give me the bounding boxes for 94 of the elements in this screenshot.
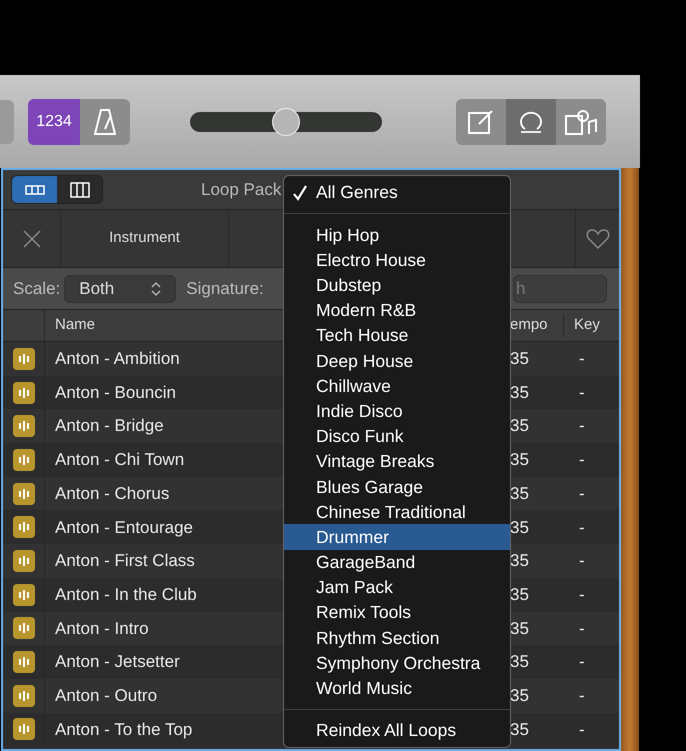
search-field[interactable]: h — [513, 274, 607, 302]
genre-menu-item[interactable]: Indie Disco — [284, 398, 510, 424]
tempo-cell-text: 35 — [510, 584, 530, 606]
genre-menu-item[interactable]: Rhythm Section — [284, 625, 510, 650]
key-cell-text: - — [578, 718, 585, 741]
checkmark-icon — [293, 184, 307, 201]
view-button[interactable] — [456, 98, 506, 144]
genre-menu-item[interactable]: Chinese Traditional — [284, 499, 510, 524]
audio-loop-icon — [12, 415, 34, 438]
genre-menu-item[interactable]: All Genres — [284, 180, 510, 206]
view-button[interactable] — [506, 98, 556, 144]
genre-menu-item[interactable]: Modern R&B — [284, 298, 510, 323]
media-icon — [565, 108, 597, 136]
genre-menu-item[interactable]: Electro House — [284, 247, 510, 273]
genre-menu-item[interactable]: Dubstep — [284, 272, 510, 298]
column-header[interactable]: empo — [510, 314, 563, 337]
tempo-cell-text: 35 — [510, 382, 530, 404]
tempo-cell-text: 35 — [510, 482, 530, 505]
loop-name: Anton - Intro — [55, 618, 149, 638]
audio-loop-icon — [12, 348, 34, 370]
key-cell-text: - — [578, 550, 585, 572]
tempo-cell-text: 35 — [510, 415, 530, 438]
genre-menu-item[interactable]: Blues Garage — [284, 474, 510, 500]
genre-menu-item[interactable]: World Music — [284, 676, 510, 701]
key-cell-text: - — [578, 651, 585, 674]
scale-label: Scale: — [13, 278, 60, 300]
audio-loop-icon — [12, 550, 34, 572]
loop-name: Anton - Chorus — [55, 484, 170, 503]
loop-name: Anton - Jetsetter — [55, 652, 180, 672]
signature-label: Signature: — [186, 278, 264, 300]
genre-menu-item[interactable]: Vintage Breaks — [284, 448, 510, 474]
tempo-cell-text: 35 — [510, 718, 530, 741]
slider-thumb[interactable] — [272, 108, 300, 136]
key-cell-text: - — [578, 482, 585, 505]
key-cell-text: - — [578, 684, 585, 707]
tempo-cell-text: 35 — [510, 651, 530, 674]
loop-name: Anton - Entourage — [55, 518, 193, 537]
genre-menu-item[interactable]: Jam Pack — [284, 574, 510, 600]
loop-name: Anton - In the Club — [55, 584, 197, 604]
genre-menu-item[interactable]: Symphony Orchestra — [284, 650, 510, 676]
audio-loop-icon — [12, 482, 34, 505]
audio-loop-icon — [12, 382, 34, 404]
key-cell-text: - — [578, 584, 585, 606]
loop-name: Anton - Outro — [55, 686, 158, 705]
genre-menu-item[interactable]: GarageBand — [284, 550, 510, 575]
audio-loop-icon — [12, 617, 34, 640]
loop-name: Anton - Ambition — [55, 349, 180, 368]
audio-loop-icon — [12, 651, 34, 674]
stepper-icon — [151, 280, 162, 296]
close-icon — [22, 228, 42, 248]
metronome-icon — [94, 108, 116, 134]
audio-loop-icon — [12, 516, 34, 538]
loop-name: Anton - First Class — [55, 551, 195, 570]
key-cell-text: - — [578, 415, 585, 438]
note-edit-icon — [467, 108, 495, 134]
genre-menu-item[interactable]: Disco Funk — [284, 424, 510, 449]
loop-name: Anton - To the Top — [55, 720, 192, 739]
scale-dropdown[interactable]: Both — [64, 274, 176, 302]
list-view-icon — [24, 184, 44, 194]
filter-button[interactable]: Instrument — [61, 210, 229, 267]
column-view-icon — [70, 182, 90, 198]
tempo-cell-text: 35 — [510, 684, 530, 707]
genre-menu-item[interactable]: Drummer — [284, 524, 510, 550]
key-cell-text: - — [578, 382, 585, 404]
view-toggle-button[interactable] — [57, 176, 102, 203]
key-cell-text: - — [578, 449, 585, 472]
audio-loop-icon — [12, 448, 34, 471]
heart-icon — [586, 228, 610, 250]
view-button[interactable] — [556, 98, 606, 144]
genre-menu-item[interactable]: Hip Hop — [284, 222, 510, 248]
tempo-cell-text: 35 — [510, 618, 530, 640]
loop-name: Anton - Bridge — [55, 416, 164, 436]
tempo-cell-text: 35 — [510, 348, 530, 370]
key-cell-text: - — [578, 348, 585, 370]
metronome-button[interactable] — [80, 98, 130, 144]
tempo-cell-text: 35 — [510, 449, 530, 472]
key-cell-text: - — [578, 516, 585, 539]
audio-loop-icon — [12, 684, 34, 707]
loop-name: Anton - Bouncin — [55, 382, 176, 402]
loop-name: Anton - Chi Town — [55, 450, 184, 470]
panel-title: Loop Pack — [201, 178, 282, 201]
audio-loop-icon — [12, 584, 34, 606]
key-cell-text: - — [578, 618, 585, 640]
tempo-cell-text: 35 — [510, 516, 530, 539]
genre-menu-item[interactable]: Remix Tools — [284, 600, 510, 626]
audio-loop-icon — [12, 718, 34, 740]
genre-menu-item[interactable]: Tech House — [284, 322, 510, 348]
column-header[interactable]: Key — [563, 314, 600, 337]
count-in-button[interactable]: 1234 — [28, 98, 80, 144]
genre-menu-item[interactable]: Deep House — [284, 348, 510, 374]
genre-menu-item[interactable]: Reindex All Loops — [284, 718, 510, 743]
genre-menu-item[interactable]: Chillwave — [284, 373, 510, 398]
view-toggle-button[interactable] — [12, 176, 57, 203]
tempo-cell-text: 35 — [510, 550, 530, 572]
